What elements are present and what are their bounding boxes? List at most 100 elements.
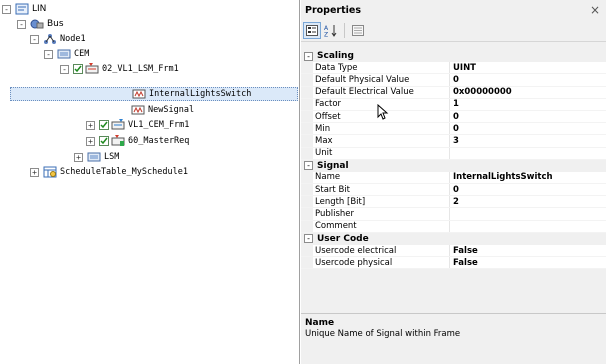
- tree-node-label: InternalLightsSwitch: [149, 89, 252, 99]
- tree-node-node1[interactable]: - Node1: [30, 32, 86, 46]
- expand-toggle[interactable]: +: [74, 152, 83, 162]
- sort-alphabetical-icon[interactable]: AZ: [322, 22, 340, 39]
- property-value[interactable]: 0: [450, 123, 606, 134]
- tree-node-label: 02_VL1_LSM_Frm1: [102, 64, 179, 74]
- category-scaling[interactable]: - Scaling: [301, 50, 606, 63]
- property-row-start-bit[interactable]: Start Bit 0: [301, 184, 606, 197]
- property-row-factor[interactable]: Factor 1: [301, 98, 606, 111]
- property-value[interactable]: 0x00000000: [450, 87, 606, 98]
- category-label: User Code: [317, 233, 369, 244]
- property-row-data-type[interactable]: Data Type UINT: [301, 62, 606, 75]
- property-row-default-physical-value[interactable]: Default Physical Value 0: [301, 74, 606, 87]
- collapse-toggle[interactable]: -: [17, 19, 26, 29]
- tree-node-signal-internallightsswitch[interactable]: InternalLightsSwitch: [10, 87, 298, 101]
- properties-title: Properties: [305, 4, 361, 16]
- property-row-name[interactable]: Name InternalLightsSwitch: [301, 171, 606, 185]
- property-grid[interactable]: - Scaling Data Type UINT Default Physical…: [301, 50, 606, 270]
- description-text: Unique Name of Signal within Frame: [305, 329, 461, 339]
- description-title: Name: [305, 318, 335, 328]
- property-name: Default Electrical Value: [313, 86, 450, 98]
- mouse-pointer-icon: [377, 104, 389, 120]
- property-row-length-bit[interactable]: Length [Bit] 2: [301, 196, 606, 209]
- close-icon[interactable]: ×: [590, 3, 600, 17]
- tree-node-signal-newsignal[interactable]: NewSignal: [131, 103, 194, 117]
- tree-view[interactable]: - LIN - Bus - Node1 - CEM - 02_VL1_LSM_F…: [0, 0, 300, 364]
- property-value[interactable]: InternalLightsSwitch: [450, 172, 606, 183]
- frame-enable-checkbox[interactable]: [99, 120, 109, 130]
- signal-icon: [131, 104, 145, 116]
- property-value[interactable]: [450, 208, 606, 219]
- frame-tx-icon: [111, 119, 125, 131]
- collapse-toggle[interactable]: -: [30, 34, 39, 44]
- property-row-usercode-electrical[interactable]: Usercode electrical False: [301, 245, 606, 258]
- signal-icon: [132, 88, 146, 100]
- tree-node-cem[interactable]: - CEM: [44, 47, 89, 61]
- bus-icon: [30, 18, 44, 30]
- collapse-toggle[interactable]: -: [44, 49, 53, 59]
- tree-node-bus[interactable]: - Bus: [17, 17, 64, 31]
- tree-node-label: CEM: [74, 49, 90, 59]
- category-user-code[interactable]: - User Code: [301, 232, 606, 245]
- expand-toggle[interactable]: +: [86, 120, 95, 130]
- property-value[interactable]: [450, 148, 606, 159]
- property-row-usercode-physical[interactable]: Usercode physical False: [301, 257, 606, 270]
- tree-node-frame-02-vl1-lsm-frm1[interactable]: - 02_VL1_LSM_Frm1: [60, 62, 179, 76]
- property-row-min[interactable]: Min 0: [301, 123, 606, 136]
- property-name: Name: [313, 171, 450, 184]
- property-value[interactable]: False: [450, 245, 606, 256]
- property-row-default-electrical-value[interactable]: Default Electrical Value 0x00000000: [301, 86, 606, 99]
- properties-panel: Properties × AZ - Scaling Data Type UINT …: [301, 0, 606, 364]
- collapse-toggle[interactable]: -: [304, 234, 313, 244]
- tree-node-lin[interactable]: - LIN: [2, 2, 46, 16]
- tree-node-label: LSM: [104, 152, 120, 162]
- property-row-comment[interactable]: Comment: [301, 220, 606, 233]
- property-pages-icon[interactable]: [349, 22, 367, 39]
- collapse-toggle[interactable]: -: [304, 161, 313, 171]
- property-name: Default Physical Value: [313, 74, 450, 86]
- property-row-max[interactable]: Max 3: [301, 135, 606, 148]
- property-row-unit[interactable]: Unit: [301, 147, 606, 160]
- categorized-view-icon[interactable]: [303, 22, 321, 39]
- frame-enable-checkbox[interactable]: [99, 136, 109, 146]
- tree-node-schedule-table[interactable]: + ScheduleTable_MySchedule1: [30, 165, 188, 179]
- collapse-toggle[interactable]: -: [60, 64, 69, 74]
- property-name: Comment: [313, 220, 450, 232]
- property-value[interactable]: 0: [450, 184, 606, 195]
- lin-cluster-icon: [15, 3, 29, 15]
- property-value[interactable]: UINT: [450, 62, 606, 73]
- frame-rx-icon: [111, 135, 125, 147]
- property-row-offset[interactable]: Offset 0: [301, 110, 606, 124]
- category-label: Scaling: [317, 51, 354, 62]
- property-value[interactable]: False: [450, 257, 606, 268]
- expand-toggle[interactable]: +: [86, 136, 95, 146]
- tree-node-frame-vl1-cem-frm1[interactable]: + VL1_CEM_Frm1: [86, 118, 189, 132]
- property-name: Max: [313, 135, 450, 147]
- tree-node-lsm[interactable]: + LSM: [74, 150, 119, 164]
- property-name: Length [Bit]: [313, 196, 450, 208]
- property-row-publisher[interactable]: Publisher: [301, 208, 606, 221]
- tree-node-label: ScheduleTable_MySchedule1: [60, 167, 188, 177]
- expand-toggle[interactable]: +: [30, 167, 39, 177]
- property-value[interactable]: [450, 221, 606, 232]
- property-value[interactable]: 1: [450, 99, 606, 110]
- tree-node-frame-60-masterreq[interactable]: + 60_MasterReq: [86, 134, 189, 148]
- ecu-icon: [57, 48, 71, 60]
- tree-node-label: LIN: [32, 4, 47, 14]
- collapse-toggle[interactable]: -: [304, 51, 313, 61]
- svg-text:Z: Z: [324, 32, 328, 38]
- property-name: Usercode electrical: [313, 245, 450, 257]
- frame-enable-checkbox[interactable]: [73, 64, 83, 74]
- category-signal[interactable]: - Signal: [301, 159, 606, 172]
- property-description: Name Unique Name of Signal within Frame: [301, 313, 606, 364]
- properties-header: Properties ×: [301, 0, 606, 20]
- frame-rx-icon: [85, 63, 99, 75]
- property-value[interactable]: 2: [450, 196, 606, 207]
- tree-node-label: VL1_CEM_Frm1: [128, 120, 190, 130]
- category-label: Signal: [317, 160, 349, 171]
- property-name: Data Type: [313, 62, 450, 74]
- collapse-toggle[interactable]: -: [2, 4, 11, 14]
- property-name: Usercode physical: [313, 257, 450, 269]
- property-value[interactable]: 3: [450, 135, 606, 146]
- property-value[interactable]: 0: [450, 74, 606, 85]
- property-value[interactable]: 0: [450, 111, 606, 122]
